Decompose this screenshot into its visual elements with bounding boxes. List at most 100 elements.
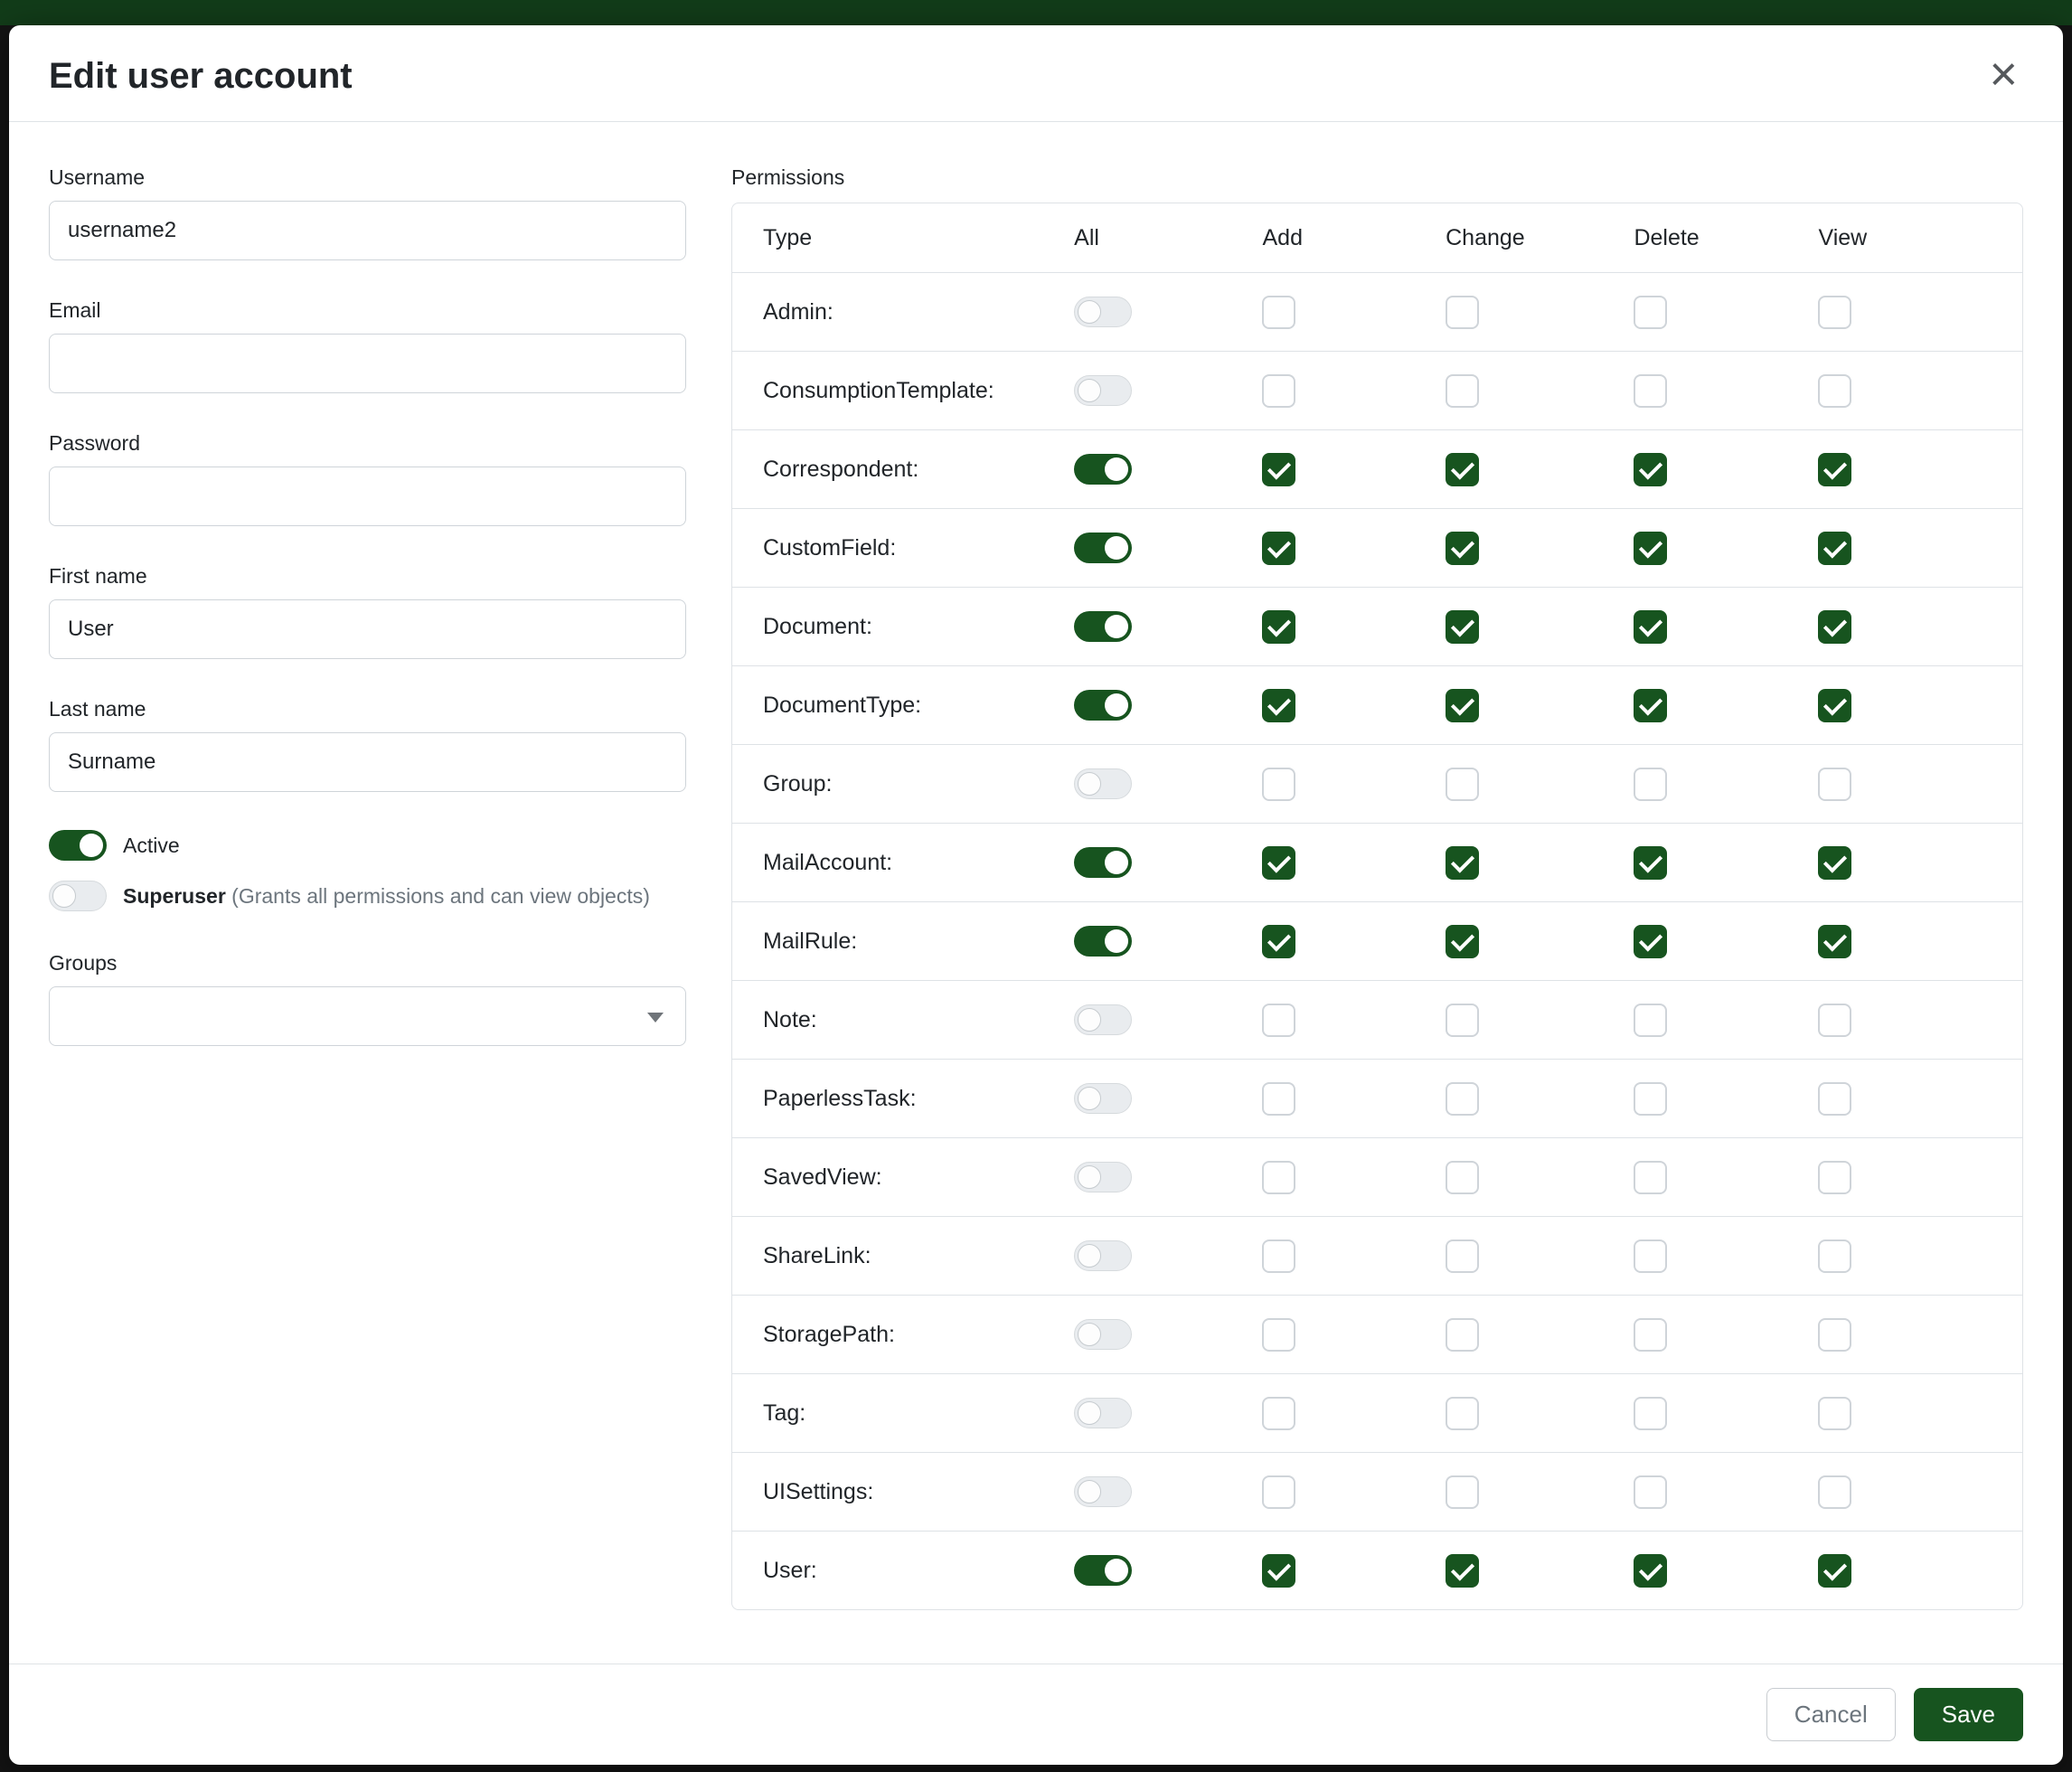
permission-delete-checkbox[interactable] xyxy=(1634,1004,1667,1037)
permission-view-checkbox[interactable] xyxy=(1818,1318,1851,1352)
permission-all-toggle[interactable] xyxy=(1074,1083,1132,1114)
permission-change-checkbox[interactable] xyxy=(1446,1239,1479,1273)
permission-view-checkbox[interactable] xyxy=(1818,374,1851,408)
permission-add-checkbox[interactable] xyxy=(1262,1554,1295,1588)
permission-delete-checkbox[interactable] xyxy=(1634,374,1667,408)
permission-change-checkbox[interactable] xyxy=(1446,1004,1479,1037)
permission-all-toggle[interactable] xyxy=(1074,1004,1132,1035)
permission-change-checkbox[interactable] xyxy=(1446,1318,1479,1352)
permission-view-checkbox[interactable] xyxy=(1818,689,1851,722)
permission-change-checkbox[interactable] xyxy=(1446,768,1479,801)
permission-delete-checkbox[interactable] xyxy=(1634,453,1667,486)
permission-change-checkbox[interactable] xyxy=(1446,846,1479,880)
permission-delete-checkbox[interactable] xyxy=(1634,1082,1667,1116)
permission-add-checkbox[interactable] xyxy=(1262,768,1295,801)
active-toggle[interactable] xyxy=(49,830,107,861)
permission-all-toggle[interactable] xyxy=(1074,768,1132,799)
permission-all-toggle[interactable] xyxy=(1074,533,1132,563)
permission-add-checkbox[interactable] xyxy=(1262,532,1295,565)
superuser-hint: (Grants all permissions and can view obj… xyxy=(231,884,650,908)
groups-select[interactable] xyxy=(49,986,686,1046)
permission-all-toggle[interactable] xyxy=(1074,611,1132,642)
permission-add-checkbox[interactable] xyxy=(1262,1004,1295,1037)
permission-add-checkbox[interactable] xyxy=(1262,1161,1295,1194)
permission-view-checkbox[interactable] xyxy=(1818,1004,1851,1037)
permission-all-toggle[interactable] xyxy=(1074,1398,1132,1428)
permission-add-checkbox[interactable] xyxy=(1262,846,1295,880)
permission-row: Group: xyxy=(732,745,2022,824)
permission-add-checkbox[interactable] xyxy=(1262,1318,1295,1352)
superuser-toggle[interactable] xyxy=(49,881,107,911)
close-icon[interactable]: × xyxy=(1983,56,2023,92)
permission-change-checkbox[interactable] xyxy=(1446,1161,1479,1194)
permission-all-toggle[interactable] xyxy=(1074,1476,1132,1507)
permission-delete-checkbox[interactable] xyxy=(1634,1161,1667,1194)
permission-view-checkbox[interactable] xyxy=(1818,846,1851,880)
first-name-field[interactable] xyxy=(49,599,686,659)
permission-all-toggle[interactable] xyxy=(1074,847,1132,878)
permission-change-checkbox[interactable] xyxy=(1446,1397,1479,1430)
permission-change-checkbox[interactable] xyxy=(1446,296,1479,329)
permission-change-checkbox[interactable] xyxy=(1446,689,1479,722)
permission-all-toggle[interactable] xyxy=(1074,690,1132,721)
permission-view-checkbox[interactable] xyxy=(1818,1161,1851,1194)
permission-add-checkbox[interactable] xyxy=(1262,374,1295,408)
permission-view-checkbox[interactable] xyxy=(1818,1475,1851,1509)
permission-delete-checkbox[interactable] xyxy=(1634,610,1667,644)
permission-add-checkbox[interactable] xyxy=(1262,689,1295,722)
permission-type-label: Document: xyxy=(732,588,1074,666)
email-field[interactable] xyxy=(49,334,686,393)
permission-view-checkbox[interactable] xyxy=(1818,768,1851,801)
permission-delete-checkbox[interactable] xyxy=(1634,1239,1667,1273)
permission-view-checkbox[interactable] xyxy=(1818,1239,1851,1273)
permission-add-checkbox[interactable] xyxy=(1262,1475,1295,1509)
permission-all-toggle[interactable] xyxy=(1074,1555,1132,1586)
permission-change-checkbox[interactable] xyxy=(1446,1082,1479,1116)
password-field[interactable] xyxy=(49,467,686,526)
permission-delete-checkbox[interactable] xyxy=(1634,689,1667,722)
username-field[interactable] xyxy=(49,201,686,260)
permission-add-checkbox[interactable] xyxy=(1262,1239,1295,1273)
permission-all-toggle[interactable] xyxy=(1074,926,1132,957)
permission-delete-checkbox[interactable] xyxy=(1634,1475,1667,1509)
permission-delete-checkbox[interactable] xyxy=(1634,846,1667,880)
permission-change-checkbox[interactable] xyxy=(1446,1554,1479,1588)
permission-add-checkbox[interactable] xyxy=(1262,610,1295,644)
permission-delete-checkbox[interactable] xyxy=(1634,1554,1667,1588)
permission-change-checkbox[interactable] xyxy=(1446,610,1479,644)
permission-all-toggle[interactable] xyxy=(1074,1162,1132,1192)
permission-delete-checkbox[interactable] xyxy=(1634,532,1667,565)
permission-change-checkbox[interactable] xyxy=(1446,374,1479,408)
permission-view-checkbox[interactable] xyxy=(1818,296,1851,329)
permission-delete-checkbox[interactable] xyxy=(1634,1318,1667,1352)
permission-view-checkbox[interactable] xyxy=(1818,453,1851,486)
permission-add-checkbox[interactable] xyxy=(1262,925,1295,958)
permission-delete-checkbox[interactable] xyxy=(1634,925,1667,958)
permission-view-checkbox[interactable] xyxy=(1818,610,1851,644)
permission-view-checkbox[interactable] xyxy=(1818,1397,1851,1430)
permission-change-checkbox[interactable] xyxy=(1446,925,1479,958)
permission-change-checkbox[interactable] xyxy=(1446,532,1479,565)
permission-view-checkbox[interactable] xyxy=(1818,1082,1851,1116)
save-button[interactable]: Save xyxy=(1914,1688,2023,1741)
cancel-button[interactable]: Cancel xyxy=(1766,1688,1896,1741)
permission-change-checkbox[interactable] xyxy=(1446,453,1479,486)
permission-add-checkbox[interactable] xyxy=(1262,1397,1295,1430)
permission-delete-checkbox[interactable] xyxy=(1634,296,1667,329)
permission-delete-checkbox[interactable] xyxy=(1634,768,1667,801)
permission-add-checkbox[interactable] xyxy=(1262,296,1295,329)
permission-all-toggle[interactable] xyxy=(1074,1240,1132,1271)
permission-view-checkbox[interactable] xyxy=(1818,925,1851,958)
permission-add-checkbox[interactable] xyxy=(1262,453,1295,486)
permission-row: SavedView: xyxy=(732,1138,2022,1217)
permission-view-checkbox[interactable] xyxy=(1818,1554,1851,1588)
permission-add-checkbox[interactable] xyxy=(1262,1082,1295,1116)
permission-all-toggle[interactable] xyxy=(1074,454,1132,485)
permission-delete-checkbox[interactable] xyxy=(1634,1397,1667,1430)
permission-view-checkbox[interactable] xyxy=(1818,532,1851,565)
permission-change-checkbox[interactable] xyxy=(1446,1475,1479,1509)
permission-all-toggle[interactable] xyxy=(1074,1319,1132,1350)
permission-all-toggle[interactable] xyxy=(1074,375,1132,406)
permission-all-toggle[interactable] xyxy=(1074,297,1132,327)
last-name-field[interactable] xyxy=(49,732,686,792)
